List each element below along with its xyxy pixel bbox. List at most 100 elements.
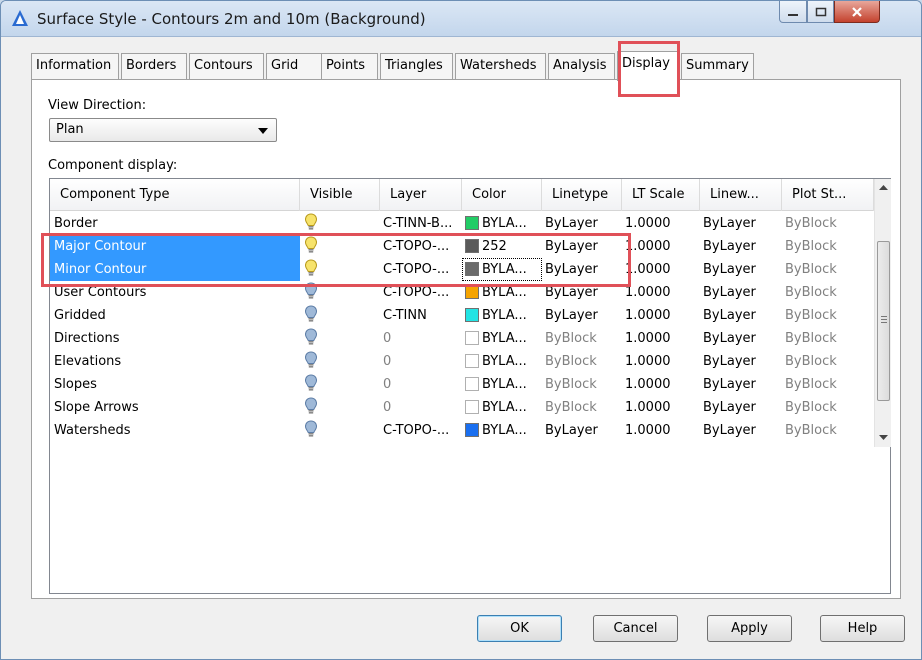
lt-scale-cell[interactable]: 1.0000 [622, 350, 700, 373]
tab-information[interactable]: Information [31, 53, 119, 79]
linetype-cell[interactable]: ByLayer [542, 419, 622, 442]
color-cell[interactable]: BYLA... [462, 419, 542, 442]
component-type-cell[interactable]: Watersheds [50, 419, 300, 442]
tab-contours[interactable]: Contours [189, 53, 264, 79]
lightbulb-on-icon[interactable] [300, 212, 380, 235]
minimize-button[interactable] [779, 1, 807, 23]
linetype-cell[interactable]: ByLayer [542, 281, 622, 304]
linetype-cell[interactable]: ByLayer [542, 235, 622, 258]
tab-points[interactable]: Points [321, 53, 378, 79]
color-cell[interactable]: BYLA... [462, 281, 542, 304]
component-type-cell[interactable]: Gridded [50, 304, 300, 327]
column-header-lineweight[interactable]: Linew... [700, 179, 782, 211]
lineweight-cell[interactable]: ByLayer [700, 258, 782, 281]
layer-cell[interactable]: 0 [380, 396, 462, 419]
linetype-cell[interactable]: ByLayer [542, 258, 622, 281]
lightbulb-off-icon[interactable] [300, 373, 380, 396]
plot-style-cell[interactable]: ByBlock [782, 258, 874, 281]
linetype-cell[interactable]: ByBlock [542, 396, 622, 419]
scroll-down-icon[interactable] [875, 429, 892, 446]
lineweight-cell[interactable]: ByLayer [700, 350, 782, 373]
column-header-visible[interactable]: Visible [300, 179, 380, 211]
table-row[interactable]: Gridded C-TINN BYLA... ByLayer 1.0000 ByLayer… [50, 304, 874, 327]
lineweight-cell[interactable]: ByLayer [700, 304, 782, 327]
layer-cell[interactable]: C-TOPO-... [380, 258, 462, 281]
close-button[interactable] [834, 1, 880, 23]
lt-scale-cell[interactable]: 1.0000 [622, 281, 700, 304]
plot-style-cell[interactable]: ByBlock [782, 396, 874, 419]
vertical-scrollbar[interactable] [874, 179, 891, 447]
table-row[interactable]: Slope Arrows 0 BYLA... ByBlock 1.0000 ByLayer… [50, 396, 874, 419]
ok-button[interactable]: OK [477, 615, 562, 642]
lineweight-cell[interactable]: ByLayer [700, 373, 782, 396]
color-cell[interactable]: BYLA... [462, 327, 542, 350]
layer-cell[interactable]: C-TOPO-... [380, 281, 462, 304]
color-cell[interactable]: BYLA... [462, 304, 542, 327]
component-type-cell[interactable]: Elevations [50, 350, 300, 373]
table-row[interactable]: User Contours C-TOPO-... BYLA... ByLayer 1.0… [50, 281, 874, 304]
lightbulb-on-icon[interactable] [300, 235, 380, 258]
lineweight-cell[interactable]: ByLayer [700, 281, 782, 304]
lt-scale-cell[interactable]: 1.0000 [622, 235, 700, 258]
lightbulb-off-icon[interactable] [300, 327, 380, 350]
layer-cell[interactable]: 0 [380, 350, 462, 373]
lt-scale-cell[interactable]: 1.0000 [622, 373, 700, 396]
column-header-lt-scale[interactable]: LT Scale [622, 179, 700, 211]
lt-scale-cell[interactable]: 1.0000 [622, 258, 700, 281]
column-header-layer[interactable]: Layer [380, 179, 462, 211]
plot-style-cell[interactable]: ByBlock [782, 327, 874, 350]
lineweight-cell[interactable]: ByLayer [700, 327, 782, 350]
plot-style-cell[interactable]: ByBlock [782, 235, 874, 258]
tab-summary[interactable]: Summary [681, 53, 754, 79]
tab-analysis[interactable]: Analysis [548, 53, 615, 79]
lt-scale-cell[interactable]: 1.0000 [622, 304, 700, 327]
color-cell[interactable]: BYLA... [462, 373, 542, 396]
plot-style-cell[interactable]: ByBlock [782, 281, 874, 304]
tab-watersheds[interactable]: Watersheds [455, 53, 546, 79]
maximize-button[interactable] [807, 1, 834, 23]
help-button[interactable]: Help [820, 615, 905, 642]
lineweight-cell[interactable]: ByLayer [700, 212, 782, 235]
linetype-cell[interactable]: ByBlock [542, 350, 622, 373]
table-row[interactable]: Directions 0 BYLA... ByBlock 1.0000 ByLayer By… [50, 327, 874, 350]
color-cell[interactable]: BYLA... [462, 212, 542, 235]
column-header-component-type[interactable]: Component Type [50, 179, 300, 211]
component-type-cell[interactable]: Directions [50, 327, 300, 350]
plot-style-cell[interactable]: ByBlock [782, 304, 874, 327]
lightbulb-on-icon[interactable] [300, 258, 380, 281]
linetype-cell[interactable]: ByBlock [542, 327, 622, 350]
tab-triangles[interactable]: Triangles [380, 53, 453, 79]
color-cell[interactable]: BYLA... [462, 350, 542, 373]
layer-cell[interactable]: 0 [380, 327, 462, 350]
component-type-cell[interactable]: User Contours [50, 281, 300, 304]
color-cell[interactable]: BYLA... [462, 396, 542, 419]
column-header-color[interactable]: Color [462, 179, 542, 211]
component-type-cell[interactable]: Slope Arrows [50, 396, 300, 419]
lightbulb-off-icon[interactable] [300, 396, 380, 419]
table-row[interactable]: Major Contour C-TOPO-... 252 ByLayer 1.0000 B… [50, 235, 874, 258]
linetype-cell[interactable]: ByLayer [542, 304, 622, 327]
cancel-button[interactable]: Cancel [593, 615, 678, 642]
layer-cell[interactable]: C-TOPO-... [380, 235, 462, 258]
color-cell[interactable]: BYLA... [462, 258, 542, 281]
lineweight-cell[interactable]: ByLayer [700, 396, 782, 419]
tab-display[interactable]: Display [617, 51, 679, 81]
apply-button[interactable]: Apply [707, 615, 792, 642]
plot-style-cell[interactable]: ByBlock [782, 212, 874, 235]
linetype-cell[interactable]: ByLayer [542, 212, 622, 235]
component-type-cell[interactable]: Border [50, 212, 300, 235]
plot-style-cell[interactable]: ByBlock [782, 350, 874, 373]
lightbulb-off-icon[interactable] [300, 350, 380, 373]
lightbulb-off-icon[interactable] [300, 304, 380, 327]
table-row[interactable]: Elevations 0 BYLA... ByBlock 1.0000 ByLayer By… [50, 350, 874, 373]
plot-style-cell[interactable]: ByBlock [782, 373, 874, 396]
component-type-cell[interactable]: Major Contour [50, 235, 300, 258]
scroll-up-icon[interactable] [875, 179, 892, 196]
plot-style-cell[interactable]: ByBlock [782, 419, 874, 442]
table-row[interactable]: Border C-TINN-B... BYLA... ByLayer 1.0000 ByL… [50, 212, 874, 235]
component-type-cell[interactable]: Slopes [50, 373, 300, 396]
lt-scale-cell[interactable]: 1.0000 [622, 396, 700, 419]
layer-cell[interactable]: 0 [380, 373, 462, 396]
lt-scale-cell[interactable]: 1.0000 [622, 212, 700, 235]
table-row[interactable]: Slopes 0 BYLA... ByBlock 1.0000 ByLayer ByBloc… [50, 373, 874, 396]
